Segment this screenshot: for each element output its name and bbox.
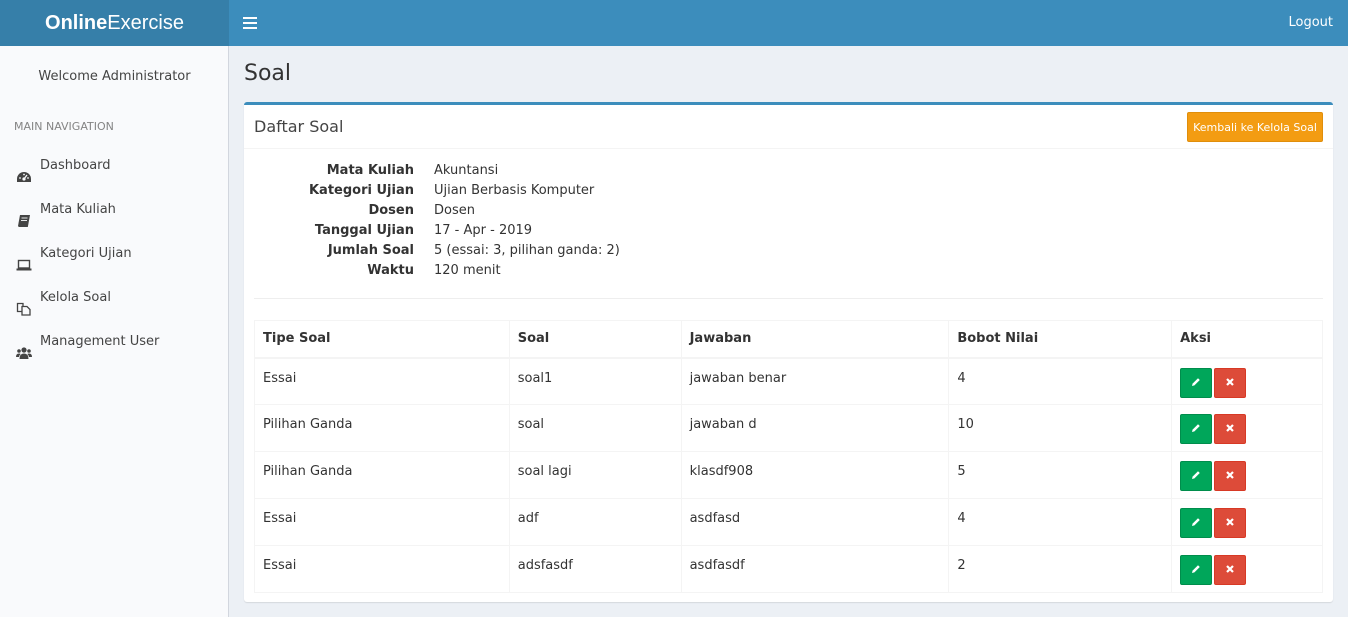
close-icon [1226,424,1234,432]
column-header: Bobot Nilai [948,320,1173,359]
nav-header: MAIN NAVIGATION [14,120,114,133]
sidebar-item-label: Mata Kuliah [40,202,116,217]
table-row: Pilihan Ganda soal jawaban d 10 [254,404,1323,452]
info-label: Waktu [367,263,414,278]
pencil-icon [1192,471,1200,479]
delete-button[interactable] [1214,414,1247,444]
sidebar-item-mata-kuliah[interactable]: Mata Kuliah [0,188,228,232]
edit-button[interactable] [1180,461,1213,491]
cell-bobot-nilai: 2 [948,545,1173,593]
edit-button[interactable] [1180,414,1213,444]
hamburger-icon[interactable] [243,14,257,32]
delete-button[interactable] [1214,461,1247,491]
info-value: Dosen [434,203,475,218]
info-label: Dosen [368,203,414,218]
sidebar-item-management-user[interactable]: Management User [0,320,228,364]
info-value: 5 (essai: 3, pilihan ganda: 2) [434,243,620,258]
sidebar: Welcome Administrator MAIN NAVIGATION Da… [0,46,229,617]
info-value: Akuntansi [434,163,499,178]
table-row: Essai adf asdfasd 4 [254,498,1323,546]
laptop-icon [16,247,32,271]
edit-button[interactable] [1180,367,1213,398]
pencil-icon [1192,377,1200,386]
edit-button[interactable] [1180,555,1213,585]
soal-table: Tipe Soal Soal Jawaban Bobot Nilai Aksi … [254,320,1323,593]
info-label: Kategori Ujian [308,183,414,198]
delete-button[interactable] [1214,555,1247,585]
delete-button[interactable] [1214,367,1247,398]
cell-soal: adsfasdf [508,545,682,593]
column-header: Tipe Soal [254,320,510,359]
cell-soal: soal [508,404,682,452]
close-icon [1226,518,1234,526]
cell-jawaban: jawaban benar [680,357,950,405]
cell-aksi [1171,357,1323,405]
cell-bobot-nilai: 5 [948,451,1173,499]
info-label: Tanggal Ujian [314,223,414,238]
cell-soal: soal lagi [508,451,682,499]
dashboard-icon [16,159,32,182]
users-icon [16,335,32,359]
page-title: Soal [244,61,292,86]
column-header: Jawaban [680,320,950,359]
cell-aksi [1171,404,1323,452]
cell-aksi [1171,451,1323,499]
soal-box: Daftar Soal Kembali ke Kelola Soal Mata … [244,102,1333,602]
cell-bobot-nilai: 4 [948,357,1173,405]
cell-soal: soal1 [508,357,682,405]
column-header: Soal [508,320,682,359]
cell-jawaban: jawaban d [680,404,950,452]
cell-bobot-nilai: 4 [948,498,1173,546]
logo-rest-text: Exercise [107,12,184,34]
cell-aksi [1171,498,1323,546]
info-label: Mata Kuliah [326,163,414,178]
box-header: Daftar Soal Kembali ke Kelola Soal [244,105,1333,149]
welcome-text: Welcome Administrator [38,69,191,84]
cell-jawaban: asdfasd [680,498,950,546]
pencil-icon [1192,424,1200,432]
cell-bobot-nilai: 10 [948,404,1173,452]
top-navbar: Logout [229,0,1348,46]
cell-soal: adf [508,498,682,546]
delete-button[interactable] [1214,508,1247,538]
cell-jawaban: klasdf908 [680,451,950,499]
sidebar-item-label: Kategori Ujian [40,246,132,261]
table-row: Pilihan Ganda soal lagi klasdf908 5 [254,451,1323,499]
back-to-kelola-soal-button[interactable]: Kembali ke Kelola Soal [1187,112,1323,142]
copy-icon [16,291,32,316]
info-value: 17 - Apr - 2019 [434,223,533,238]
sidebar-item-label: Dashboard [40,158,111,173]
cell-jawaban: asdfasdf [680,545,950,593]
box-title: Daftar Soal [254,117,344,136]
column-header: Aksi [1171,320,1323,359]
cell-tipe-soal: Pilihan Ganda [254,451,510,499]
table-row: Essai soal1 jawaban benar 4 [254,357,1323,405]
close-icon [1226,471,1234,479]
edit-button[interactable] [1180,508,1213,538]
cell-tipe-soal: Essai [254,357,510,405]
info-label: Jumlah Soal [327,243,414,258]
table-header-row: Tipe Soal Soal Jawaban Bobot Nilai Aksi [254,320,1323,359]
cell-tipe-soal: Essai [254,545,510,593]
sidebar-item-dashboard[interactable]: Dashboard [0,144,228,188]
sidebar-item-label: Kelola Soal [40,290,111,305]
pencil-icon [1192,518,1200,526]
cell-tipe-soal: Essai [254,498,510,546]
cell-aksi [1171,545,1323,593]
table-row: Essai adsfasdf asdfasdf 2 [254,545,1323,593]
logo-bold-text: Online [45,12,108,34]
sidebar-item-label: Management User [40,334,160,349]
sidebar-item-kelola-soal[interactable]: Kelola Soal [0,276,228,320]
app-logo[interactable]: OnlineExercise [0,0,229,46]
info-value: 120 menit [434,263,501,278]
cell-tipe-soal: Pilihan Ganda [254,404,510,452]
info-value: Ujian Berbasis Komputer [434,183,595,198]
divider [254,298,1323,299]
close-icon [1226,377,1234,386]
pencil-icon [1192,565,1200,573]
sidebar-item-kategori-ujian[interactable]: Kategori Ujian [0,232,228,276]
close-icon [1226,565,1234,573]
book-icon [16,203,32,227]
logout-link[interactable]: Logout [1288,0,1333,46]
